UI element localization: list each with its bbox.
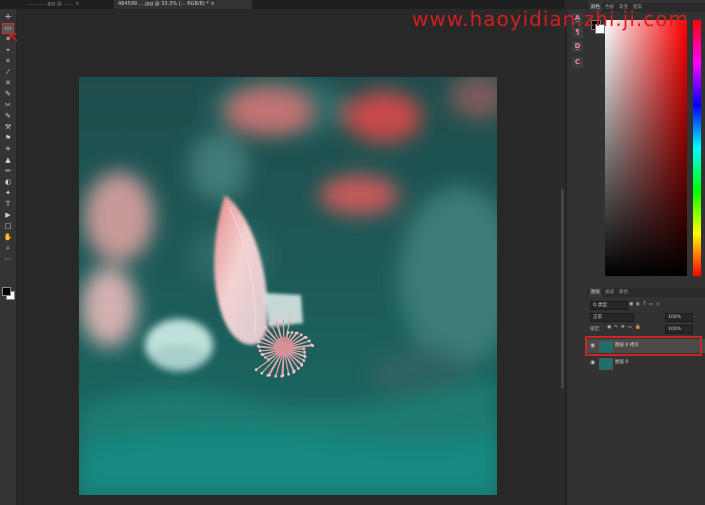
tool-11[interactable]: ⚑ — [3, 134, 13, 143]
document-tab-2-label: 484599 ….jpg @ 33.3% (… RGB/8) * × — [118, 1, 215, 7]
lotus-photo — [79, 77, 497, 495]
device-preview-icon[interactable]: D̲ — [572, 41, 583, 52]
layer-thumbnail — [599, 358, 613, 370]
tool-9[interactable]: ✎ — [3, 112, 13, 121]
document-tab-1[interactable]: ………….jpg @ …… × — [22, 0, 110, 9]
scrollbar-thumb[interactable] — [561, 189, 564, 389]
tool-17[interactable]: T — [3, 200, 13, 209]
blend-mode-select[interactable]: 正常 — [590, 313, 634, 322]
document-image[interactable] — [79, 77, 497, 495]
right-panels: 颜色 色板 渐变 图案 图层 通道 路径 Q 类型 ▣◐T▭◇ 正常 100% … — [587, 0, 705, 505]
tool-20[interactable]: ✋ — [3, 233, 13, 242]
hue-slider[interactable] — [693, 20, 701, 276]
layers-panel-tabs: 图层 通道 路径 — [587, 288, 705, 297]
eye-icon[interactable]: ◉ — [590, 356, 595, 370]
opacity-field[interactable]: 100% — [665, 313, 693, 322]
tab-channels[interactable]: 通道 — [603, 288, 616, 297]
panel-dock: A̲ ¶ D̲ C — [566, 9, 587, 505]
tool-19[interactable]: □ — [3, 222, 13, 231]
layer-filter-icons[interactable]: ▣◐T▭◇ — [629, 302, 663, 307]
layer-name: 图层 0 — [615, 360, 629, 365]
tab-paths[interactable]: 路径 — [617, 288, 630, 297]
foreground-color[interactable] — [2, 287, 11, 296]
tool-12[interactable]: ☀ — [3, 145, 13, 154]
layer-filter-select[interactable]: Q 类型 — [590, 301, 628, 310]
tool-21[interactable]: ⌕ — [3, 244, 13, 253]
tool-0[interactable]: ✛ — [3, 13, 13, 22]
fill-field[interactable]: 100% — [665, 325, 693, 334]
tool-8[interactable]: ✂ — [3, 101, 13, 110]
canvas-vertical-scrollbar[interactable] — [560, 9, 565, 505]
document-tab-1-label: ………….jpg @ …… × — [26, 1, 80, 7]
tab-layers[interactable]: 图层 — [589, 288, 602, 297]
tool-4[interactable]: ⌗ — [3, 57, 13, 66]
tool-18[interactable]: ▶ — [3, 211, 13, 220]
document-tab-2[interactable]: 484599 ….jpg @ 33.3% (… RGB/8) * × — [114, 0, 252, 9]
tool-5[interactable]: ⁄ — [3, 68, 13, 77]
tool-13[interactable]: ▲ — [3, 156, 13, 165]
tool-22[interactable]: ⋯ — [3, 255, 13, 264]
tool-16[interactable]: ✦ — [3, 189, 13, 198]
lock-icons[interactable]: ▣✎✥▭🔒 — [607, 325, 644, 330]
watermark-text: www.haoyidian.zhi.ji.com — [412, 7, 689, 31]
layer-row-base[interactable]: ◉ 图层 0 — [587, 356, 705, 370]
highlight-box — [585, 336, 702, 356]
tool-14[interactable]: ✏ — [3, 167, 13, 176]
tools-panel: ✛ ▭ ✶ ⌖ ⌗ ⁄ ✕ ✎ ✂ ✎ ⚒ ⚑ ☀ ▲ ✏ ◐ ✦ T ▶ □ ✋ ⌕ ⋯ — [0, 9, 17, 505]
lock-label: 锁定: — [590, 327, 601, 332]
libraries-icon[interactable]: C — [572, 57, 583, 68]
color-picker-field[interactable] — [605, 20, 687, 276]
tool-6[interactable]: ✕ — [3, 79, 13, 88]
tool-10[interactable]: ⚒ — [3, 123, 13, 132]
tool-7[interactable]: ✎ — [3, 90, 13, 99]
tool-15[interactable]: ◐ — [3, 178, 13, 187]
